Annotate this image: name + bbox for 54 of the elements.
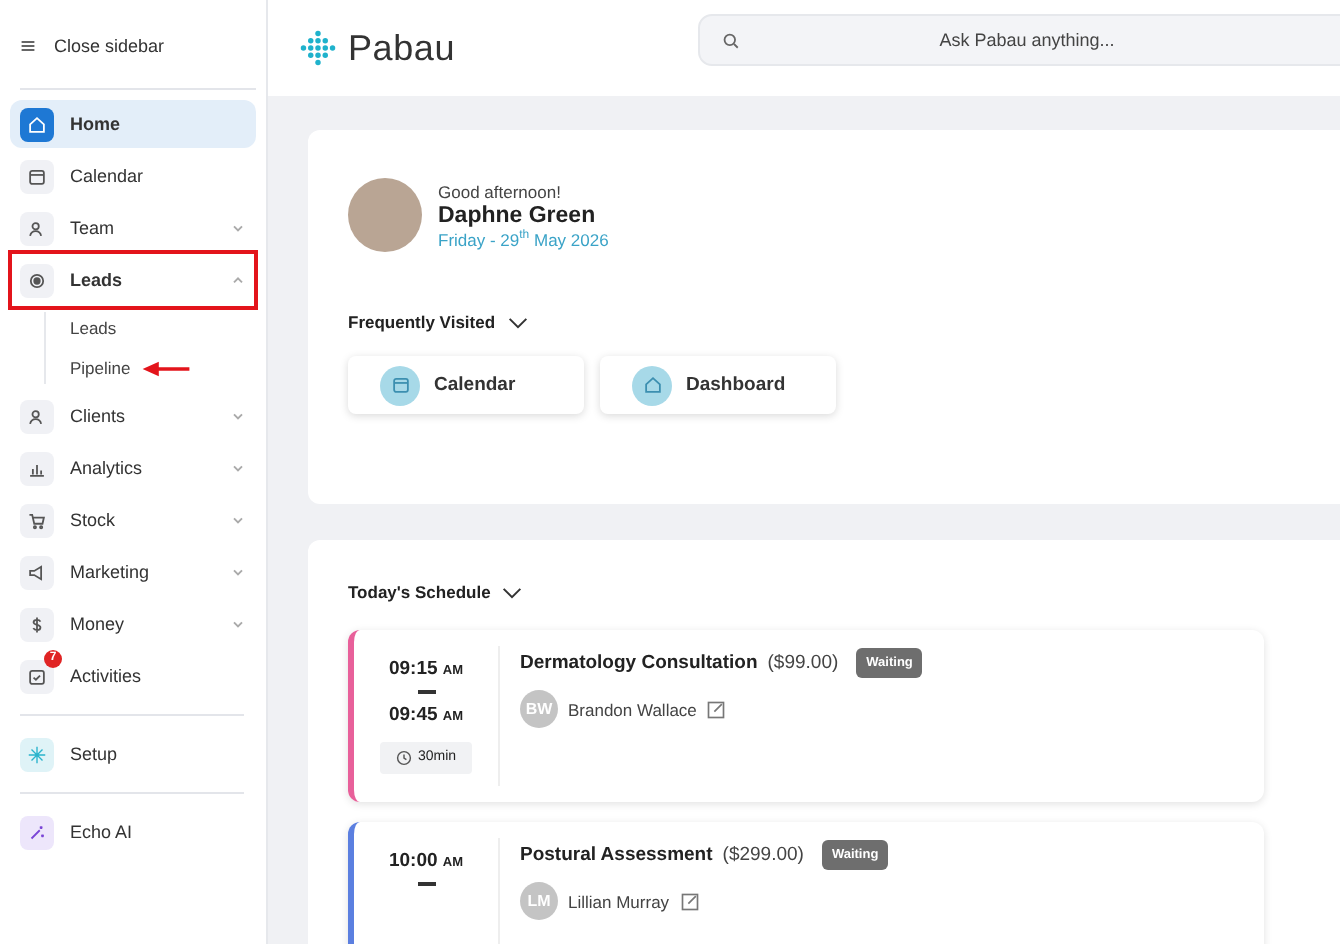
- nav-item[interactable]: Echo AI: [10, 808, 256, 856]
- person-icon: [26, 217, 48, 239]
- home-icon: [26, 113, 48, 135]
- client-avatar: BW: [520, 690, 558, 728]
- menu-icon: [20, 38, 36, 54]
- greeting-text: Good afternoon!: [438, 181, 563, 201]
- annotation-arrow-icon: [140, 359, 193, 377]
- sparkle-icon: [26, 743, 48, 765]
- section-title: Today's Schedule: [348, 582, 491, 602]
- price-text: ($99.00): [767, 652, 839, 674]
- nav-item[interactable]: Setup: [10, 730, 256, 778]
- avatar-photo-placeholder: [348, 178, 422, 252]
- nav-subitem[interactable]: Leads: [70, 318, 117, 338]
- nav-subitem[interactable]: Pipeline: [70, 358, 131, 378]
- nav-item[interactable]: Clients: [10, 392, 256, 440]
- person-icon: [26, 405, 48, 427]
- nav-item[interactable]: Leads: [10, 256, 256, 304]
- nav-item[interactable]: Home: [10, 100, 256, 148]
- nav-item[interactable]: Stock: [10, 496, 256, 544]
- user-name: Daphne Green: [438, 203, 598, 227]
- date-text: Friday - 29$^{th}$ May 2026: [438, 229, 609, 249]
- time-separator: [417, 690, 435, 693]
- external-link-icon[interactable]: [679, 891, 700, 911]
- cart-icon: [26, 509, 48, 531]
- search-field[interactable]: Ask Pabau anything...: [698, 14, 1340, 66]
- task-icon: [26, 665, 48, 687]
- clock-icon: [395, 749, 412, 765]
- nav-item[interactable]: Money: [10, 600, 256, 648]
- client-avatar: LM: [520, 882, 558, 920]
- chevron-icon[interactable]: [502, 585, 523, 599]
- nav-item[interactable]: Analytics: [10, 444, 256, 492]
- home-icon: [641, 374, 663, 396]
- target-icon: [26, 269, 48, 291]
- client-name[interactable]: Brandon Wallace: [568, 699, 697, 719]
- chevron-icon[interactable]: [507, 315, 528, 329]
- external-link-icon[interactable]: [706, 699, 727, 719]
- appointment-title: Dermatology Consultation: [520, 652, 758, 674]
- client-name[interactable]: Lillian Murray: [568, 891, 670, 911]
- nav-item[interactable]: Team: [10, 204, 256, 252]
- calendar-icon: [26, 165, 48, 187]
- shortcut-tile[interactable]: Dashboard: [600, 356, 836, 414]
- nav-item[interactable]: Calendar: [10, 152, 256, 200]
- close-sidebar-button[interactable]: Close sidebar: [20, 26, 165, 66]
- appointment-title: Postural Assessment: [520, 844, 713, 866]
- section-title: Frequently Visited: [348, 312, 496, 332]
- shortcut-tile[interactable]: Calendar: [348, 356, 584, 414]
- logo-text: Pabau: [348, 27, 456, 69]
- logo-icon: [298, 28, 338, 68]
- time-separator: [417, 882, 435, 885]
- megaphone-icon: [26, 561, 48, 583]
- wand-icon: [26, 821, 48, 843]
- calendar-icon: [389, 374, 411, 396]
- nav-item[interactable]: Marketing: [10, 548, 256, 596]
- price-text: ($299.00): [722, 844, 804, 866]
